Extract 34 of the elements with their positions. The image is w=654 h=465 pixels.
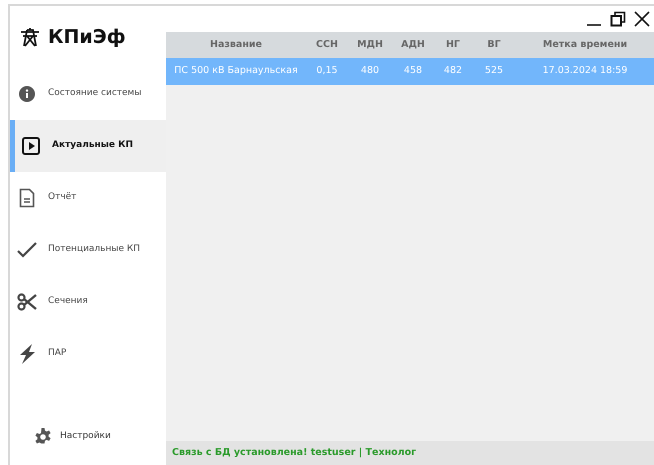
- table-cell[interactable]: 482: [434, 58, 472, 85]
- column-header[interactable]: ССН: [306, 32, 348, 58]
- table-cell[interactable]: 525: [472, 58, 516, 85]
- sidebar-item[interactable]: Актуальные КП: [10, 120, 166, 172]
- table-cell[interactable]: 458: [392, 58, 434, 85]
- sidebar-item[interactable]: Состояние системы: [10, 68, 166, 120]
- scissors-icon: [17, 293, 37, 311]
- document-icon: [19, 188, 35, 208]
- app-title: КПиЭф: [48, 24, 126, 50]
- restore-icon: [610, 11, 626, 27]
- column-header[interactable]: МДН: [348, 32, 392, 58]
- gear-icon: [34, 428, 52, 446]
- settings-button[interactable]: Настройки: [10, 417, 166, 457]
- column-header[interactable]: Метка времени: [516, 32, 654, 58]
- column-header[interactable]: ВГ: [472, 32, 516, 58]
- column-header[interactable]: АДН: [392, 32, 434, 58]
- tower-icon: [20, 27, 40, 47]
- column-header[interactable]: НГ: [434, 32, 472, 58]
- minimize-icon: [587, 24, 601, 26]
- table-cell[interactable]: 17.03.2024 18:59: [516, 58, 654, 85]
- sidebar-item[interactable]: Сечения: [10, 276, 166, 328]
- status-text: Связь с БД установлена! testuser | Технолог: [166, 441, 654, 465]
- sidebar-item[interactable]: Отчёт: [10, 172, 166, 224]
- table-cell[interactable]: ПС 500 кВ Барнаульская: [166, 58, 306, 85]
- table-cell[interactable]: 0,15: [306, 58, 348, 85]
- column-header[interactable]: Название: [166, 32, 306, 58]
- check-icon: [17, 242, 37, 258]
- table-cell[interactable]: 480: [348, 58, 392, 85]
- sidebar-item[interactable]: Потенциальные КП: [10, 224, 166, 276]
- lightning-icon: [18, 344, 36, 364]
- info-icon: [19, 86, 35, 102]
- close-icon: [633, 10, 651, 28]
- sidebar-item[interactable]: ПАР: [10, 328, 166, 380]
- play-icon: [22, 137, 40, 155]
